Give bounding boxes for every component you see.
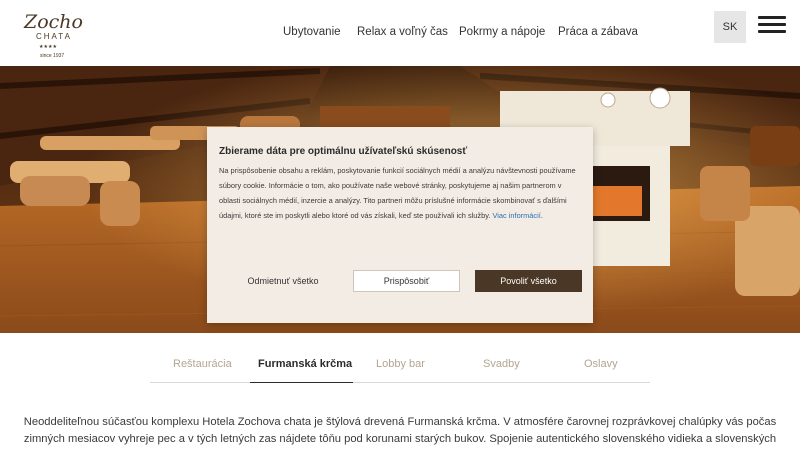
zochova-chata-logo[interactable]: Zochova CHATA ★★★★ since 1937 [22,6,84,60]
tab-oslavy[interactable]: Oslavy [584,358,618,370]
cookie-description: Na prispôsobenie obsahu a reklám, poskyt… [219,166,576,221]
tab-restauracia[interactable]: Reštaurácia [173,358,232,370]
reject-all-button[interactable]: Odmietnuť všetko [229,270,337,292]
tab-furmanska-krcma[interactable]: Furmanská krčma [258,358,352,370]
active-tab-indicator [250,382,353,383]
nav-praca[interactable]: Práca a zábava [558,26,638,38]
svg-text:since 1937: since 1937 [40,53,64,59]
language-switch[interactable]: SK [714,11,746,43]
svg-text:CHATA: CHATA [36,32,72,41]
cookie-consent-dialog: Zbierame dáta pre optimálnu užívateľskú … [207,127,593,323]
nav-relax[interactable]: Relax a voľný čas [357,26,448,38]
accept-all-button[interactable]: Povoliť všetko [475,270,582,292]
svg-text:★★★★: ★★★★ [39,44,57,50]
cookie-title: Zbierame dáta pre optimálnu užívateľskú … [219,146,468,157]
tab-lobby-bar[interactable]: Lobby bar [376,358,425,370]
customize-button[interactable]: Prispôsobiť [353,270,460,292]
more-info-link[interactable]: Viac informácií [492,211,540,220]
nav-pokrmy[interactable]: Pokrmy a nápoje [459,26,545,38]
svg-text:Zochova: Zochova [23,11,84,33]
site-header: Zochova CHATA ★★★★ since 1937 Ubytovanie… [0,0,800,66]
intro-paragraph: Neoddeliteľnou súčasťou komplexu Hotela … [23,416,777,450]
nav-ubytovanie[interactable]: Ubytovanie [283,26,341,38]
tab-svadby[interactable]: Svadby [483,358,520,370]
venue-tabs: Reštaurácia Furmanská krčma Lobby bar Sv… [150,350,650,383]
hamburger-menu-icon[interactable] [758,16,786,38]
